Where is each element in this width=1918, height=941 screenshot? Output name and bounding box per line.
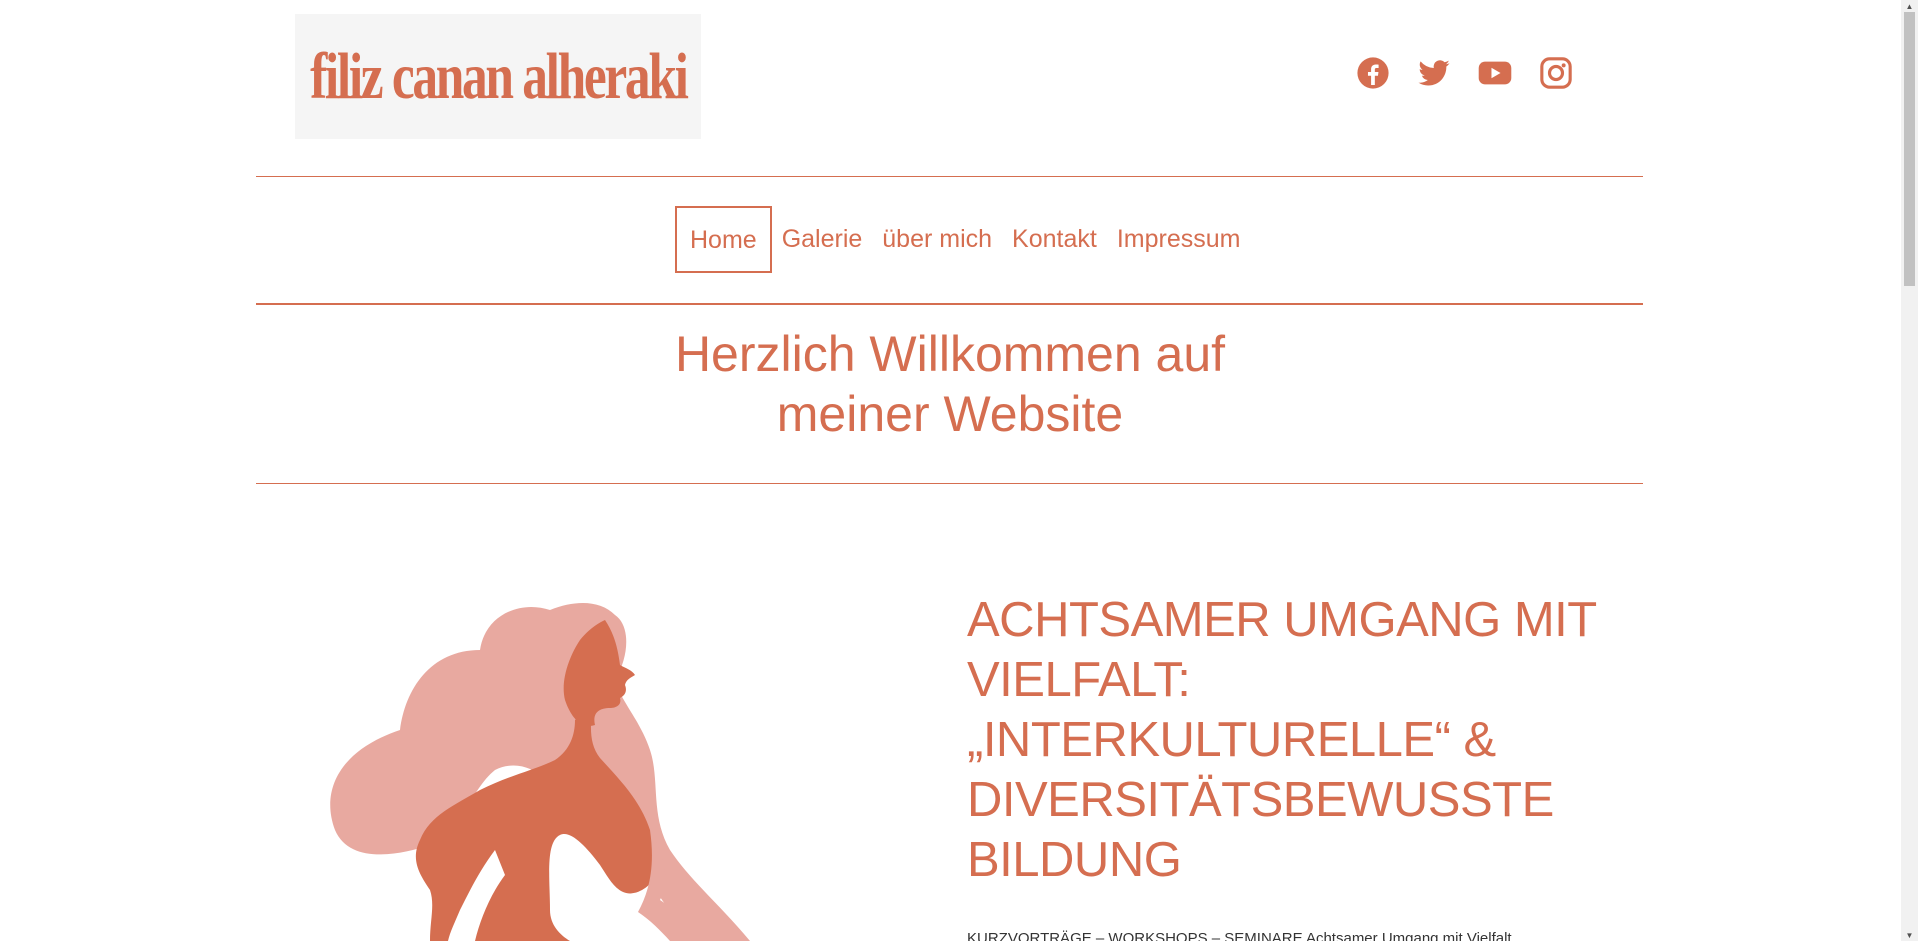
heading-line-5: BILDUNG [967, 833, 1182, 887]
nav-item-kontakt[interactable]: Kontakt [1002, 225, 1107, 254]
nav-item-ueber-mich[interactable]: über mich [872, 225, 1002, 254]
scroll-down-icon[interactable]: ▼ [1901, 929, 1918, 941]
welcome-line-1: Herzlich Willkommen auf [674, 326, 1226, 382]
twitter-icon[interactable] [1417, 56, 1451, 90]
welcome-line-2: meiner Website [776, 386, 1124, 442]
nav-item-impressum[interactable]: Impressum [1107, 225, 1251, 254]
nav-item-home[interactable]: Home [675, 206, 772, 273]
heading-line-1: ACHTSAMER UMGANG MIT [967, 593, 1597, 647]
welcome-heading: Herzlich Willkommen auf meiner Website [450, 324, 1450, 444]
main-nav: Home Galerie über mich Kontakt Impressum [675, 206, 1250, 273]
scrollbar-thumb[interactable] [1904, 12, 1915, 286]
page: filiz canan alheraki Home Galerie über m… [0, 0, 1918, 941]
divider-nav [256, 303, 1643, 305]
instagram-icon[interactable] [1539, 56, 1573, 90]
youtube-icon[interactable] [1478, 56, 1512, 90]
facebook-icon[interactable] [1356, 56, 1390, 90]
main-heading: ACHTSAMER UMGANG MIT VIELFALT: „INTERKUL… [967, 590, 1607, 890]
site-logo[interactable]: filiz canan alheraki [295, 14, 701, 139]
woman-illustration [320, 590, 780, 941]
divider-welcome [256, 483, 1643, 484]
scroll-up-icon[interactable]: ▲ [1901, 0, 1918, 12]
heading-line-3: „INTERKULTURELLE“ & [967, 713, 1496, 767]
heading-line-2: VIELFALT: [967, 653, 1191, 707]
services-subline: KURZVORTRÄGE – WORKSHOPS – SEMINARE Acht… [967, 930, 1512, 941]
logo-text: filiz canan alheraki [309, 39, 689, 113]
divider-top [256, 176, 1643, 177]
nav-item-galerie[interactable]: Galerie [772, 225, 873, 254]
social-links [1356, 56, 1573, 90]
heading-line-4: DIVERSITÄTSBEWUSSTE [967, 773, 1554, 827]
vertical-scrollbar[interactable]: ▲ ▼ [1901, 0, 1918, 941]
